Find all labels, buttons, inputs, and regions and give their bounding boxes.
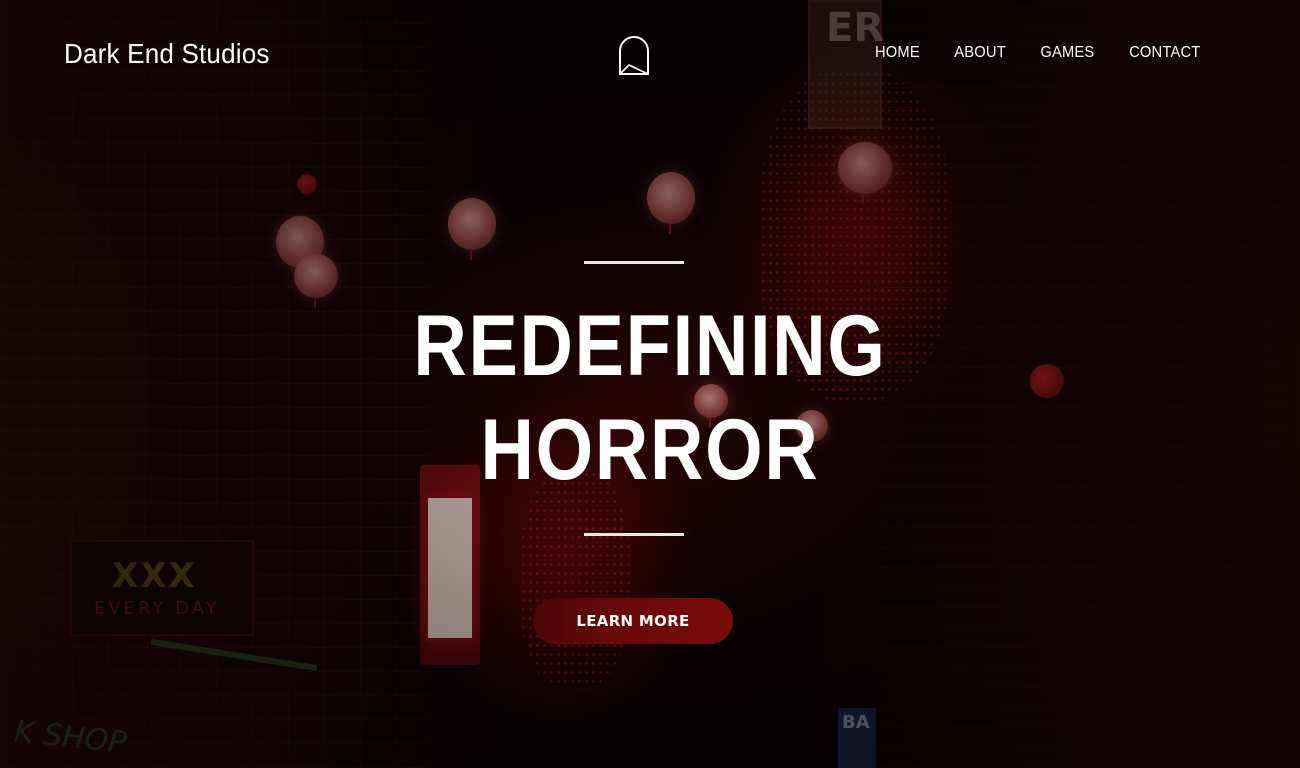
neon-sign-top-text: XXX [112, 556, 197, 596]
red-sparks [520, 470, 630, 690]
neon-sign-bottom-text: EVERY DAY [94, 598, 220, 619]
nav-about[interactable]: ABOUT [954, 44, 1006, 62]
nav-home[interactable]: HOME [875, 44, 920, 62]
hero-section: ER XXX EVERY DAY K SHOP BA Dark End Stud… [0, 0, 1300, 768]
nav-games[interactable]: GAMES [1040, 44, 1094, 62]
headline-line-1: REDEFINING [413, 298, 887, 394]
lantern [448, 198, 496, 260]
arch-doorway-icon [619, 36, 649, 75]
headline-line-2: HORROR [480, 402, 820, 498]
top-sign [808, 0, 882, 129]
hero-headline: REDEFINING HORROR [306, 294, 994, 502]
lantern [276, 216, 324, 278]
main-nav: HOME ABOUT GAMES CONTACT [873, 44, 1204, 62]
brand-logo-text[interactable]: Dark End Studios [64, 38, 270, 70]
green-neon-text: K SHOP [12, 714, 129, 761]
learn-more-button[interactable]: LEARN MORE [533, 598, 733, 644]
vertical-sign [425, 495, 475, 641]
lantern [838, 142, 892, 204]
green-neon-tube [150, 638, 318, 672]
red-orb [1030, 364, 1064, 398]
headline-divider-bottom [584, 533, 684, 536]
headline-divider-top [584, 261, 684, 264]
studio-logo[interactable] [603, 24, 665, 86]
lantern [294, 254, 338, 308]
neon-sign [70, 540, 254, 636]
red-orb [297, 174, 317, 194]
nav-contact[interactable]: CONTACT [1130, 44, 1201, 62]
lantern [647, 172, 695, 234]
blue-sign: BA [838, 708, 876, 768]
